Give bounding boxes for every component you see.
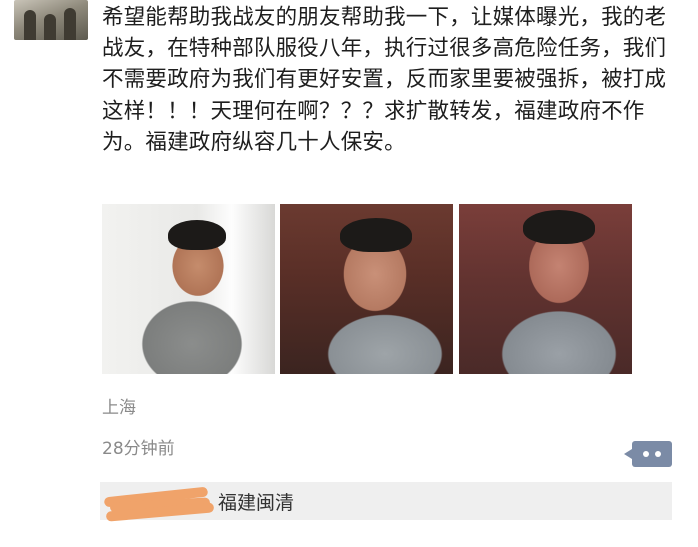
- photo-subject-hair: [523, 210, 595, 244]
- redacted-username: [103, 482, 216, 522]
- avatar[interactable]: [14, 0, 88, 40]
- post-photo-1[interactable]: [102, 204, 275, 374]
- avatar-figure: [44, 14, 56, 40]
- ellipsis-comment-icon: [643, 451, 649, 457]
- photo-subject-hair: [340, 218, 412, 252]
- comment-button[interactable]: [624, 441, 672, 467]
- avatar-figure: [24, 10, 36, 40]
- post-text: 希望能帮助我战友的朋友帮助我一下，让媒体曝光，我的老战友，在特种部队服役八年，执…: [102, 5, 667, 155]
- comment-text: 福建闽清: [218, 492, 295, 514]
- ellipsis-comment-icon: [655, 451, 661, 457]
- avatar-figure: [64, 8, 76, 40]
- photo-subject-hair: [168, 220, 226, 250]
- post-timestamp: 28分钟前: [102, 439, 175, 459]
- moment-post: 希望能帮助我战友的朋友帮助我一下，让媒体曝光，我的老战友，在特种部队服役八年，执…: [0, 0, 698, 547]
- comment-section: 福建闽清: [100, 482, 672, 522]
- post-photo-2[interactable]: [280, 204, 453, 374]
- post-photo-3[interactable]: [459, 204, 632, 374]
- post-location[interactable]: 上海: [102, 393, 136, 418]
